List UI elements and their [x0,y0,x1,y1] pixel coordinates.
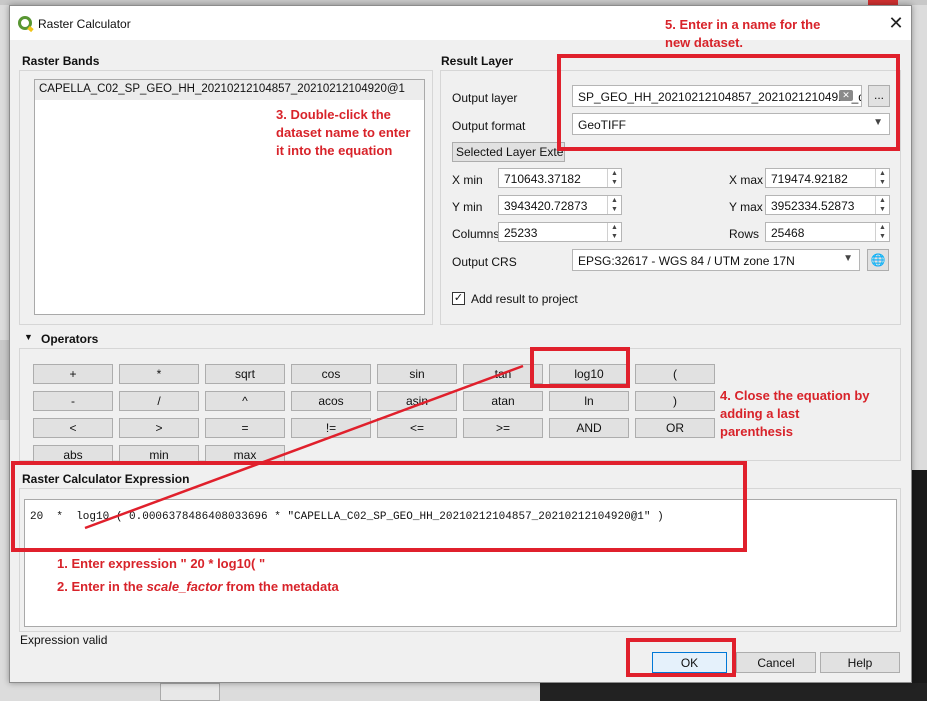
output-format-value: GeoTIFF [578,118,627,132]
spin-arrows-icon[interactable]: ▲ ▼ [875,223,889,241]
xmin-label: X min [452,173,483,187]
expression-text: 20 * log10 ( 0.0006378486408033696 * "CA… [30,511,664,523]
operator-button-2-2[interactable]: = [205,418,285,438]
annotation-2-suffix: from the metadata [222,579,339,594]
operator-button-1-1[interactable]: / [119,391,199,411]
ymin-label: Y min [452,200,483,214]
output-layer-label: Output layer [452,91,518,105]
qgis-logo-icon [18,16,32,30]
spin-arrows-icon[interactable]: ▲ ▼ [607,169,621,187]
output-format-label: Output format [452,119,526,133]
ymin-input[interactable]: 3943420.72873 ▲ ▼ [498,195,622,215]
operator-button-3-2[interactable]: max [205,445,285,465]
operator-button-0-3[interactable]: cos [291,364,371,384]
operator-button-1-6[interactable]: ln [549,391,629,411]
background-left-strip [0,340,9,420]
operator-button-2-0[interactable]: < [33,418,113,438]
operator-button-0-1[interactable]: * [119,364,199,384]
spin-arrows-icon[interactable]: ▲ ▼ [607,196,621,214]
expression-status: Expression valid [20,633,108,647]
operator-button-0-5[interactable]: tan [463,364,543,384]
operator-button-1-7[interactable]: ) [635,391,715,411]
result-layer-group: Output layer SP_GEO_HH_20210212104857_20… [440,70,901,325]
annotation-2: 2. Enter in the scale_factor from the me… [57,578,339,596]
operator-button-2-1[interactable]: > [119,418,199,438]
columns-value: 25233 [504,226,538,240]
operator-button-2-3[interactable]: != [291,418,371,438]
annotation-4: 4. Close the equation by adding a last p… [720,388,870,439]
add-result-checkbox[interactable]: ✓ [452,292,465,305]
ymin-value: 3943420.72873 [504,199,588,213]
operator-button-0-0[interactable]: + [33,364,113,384]
operator-button-2-5[interactable]: >= [463,418,543,438]
annotation-2-prefix: 2. Enter in the [57,579,147,594]
rows-value: 25468 [771,226,805,240]
xmin-input[interactable]: 710643.37182 ▲ ▼ [498,168,622,188]
annotation-1: 1. Enter expression " 20 * log10( " [57,555,265,573]
chevron-down-icon: ▼ [873,117,883,128]
browse-button[interactable]: ... [868,85,890,107]
spin-arrows-icon[interactable]: ▲ ▼ [607,223,621,241]
operator-button-2-4[interactable]: <= [377,418,457,438]
background-bottom-combo[interactable] [160,683,220,701]
rows-label: Rows [729,227,760,241]
xmax-input[interactable]: 719474.92182 ▲ ▼ [765,168,890,188]
selected-layer-extent-label: Selected Layer Extent [456,145,565,159]
expression-title: Raster Calculator Expression [22,472,190,486]
window-title: Raster Calculator [38,17,131,31]
operator-button-2-7[interactable]: OR [635,418,715,438]
spin-arrows-icon[interactable]: ▲ ▼ [875,196,889,214]
annotation-3: 3. Double-click the dataset name to ente… [276,107,411,158]
result-layer-title: Result Layer [441,54,514,68]
xmin-value: 710643.37182 [504,172,581,186]
clear-field-icon[interactable]: ✕ [839,90,853,101]
close-icon[interactable]: ✕ [884,12,908,34]
ymax-label: Y max [729,200,763,214]
spin-arrows-icon[interactable]: ▲ ▼ [875,169,889,187]
ymax-input[interactable]: 3952334.52873 ▲ ▼ [765,195,890,215]
operator-button-1-5[interactable]: atan [463,391,543,411]
operator-button-0-4[interactable]: sin [377,364,457,384]
chevron-down-icon: ▼ [843,253,853,264]
annotation-2-italic: scale_factor [146,579,223,594]
output-format-select[interactable]: GeoTIFF ▼ [572,113,890,135]
operator-button-3-0[interactable]: abs [33,445,113,465]
columns-label: Columns [452,227,500,241]
raster-bands-title: Raster Bands [22,54,100,68]
add-result-label: Add result to project [471,292,578,306]
operators-toggle-icon[interactable]: ▼ [24,332,33,342]
rows-input[interactable]: 25468 ▲ ▼ [765,222,890,242]
ymax-value: 3952334.52873 [771,199,855,213]
raster-band-item[interactable]: CAPELLA_C02_SP_GEO_HH_20210212104857_202… [35,80,424,100]
selected-layer-extent-button[interactable]: Selected Layer Extent [452,142,565,162]
crs-selector-globe-icon[interactable]: 🌐 [867,249,889,271]
operators-title: Operators [41,332,99,346]
annotation-1-text: 1. Enter expression " 20 * log10( " [57,556,266,571]
help-button[interactable]: Help [820,652,900,673]
output-crs-value: EPSG:32617 - WGS 84 / UTM zone 17N [578,254,795,268]
cancel-button[interactable]: Cancel [736,652,816,673]
operator-button-3-1[interactable]: min [119,445,199,465]
operator-button-1-0[interactable]: - [33,391,113,411]
operator-button-0-6[interactable]: log10 [549,364,629,384]
operator-button-1-3[interactable]: acos [291,391,371,411]
ok-button[interactable]: OK [652,652,727,673]
operator-button-0-2[interactable]: sqrt [205,364,285,384]
output-crs-select[interactable]: EPSG:32617 - WGS 84 / UTM zone 17N ▼ [572,249,860,271]
operator-button-2-6[interactable]: AND [549,418,629,438]
operator-button-0-7[interactable]: ( [635,364,715,384]
operator-button-1-4[interactable]: asin [377,391,457,411]
operator-button-1-2[interactable]: ^ [205,391,285,411]
background-dark-region-bottom [540,683,927,701]
output-layer-value: SP_GEO_HH_20210212104857_20210212104920_… [578,90,862,104]
xmax-label: X max [729,173,764,187]
raster-band-item-label: CAPELLA_C02_SP_GEO_HH_20210212104857_202… [39,83,405,95]
annotation-5: 5. Enter in a name for the new dataset. [665,17,821,50]
output-layer-input[interactable]: SP_GEO_HH_20210212104857_20210212104920_… [572,85,862,107]
columns-input[interactable]: 25233 ▲ ▼ [498,222,622,242]
xmax-value: 719474.92182 [771,172,848,186]
output-crs-label: Output CRS [452,255,517,269]
